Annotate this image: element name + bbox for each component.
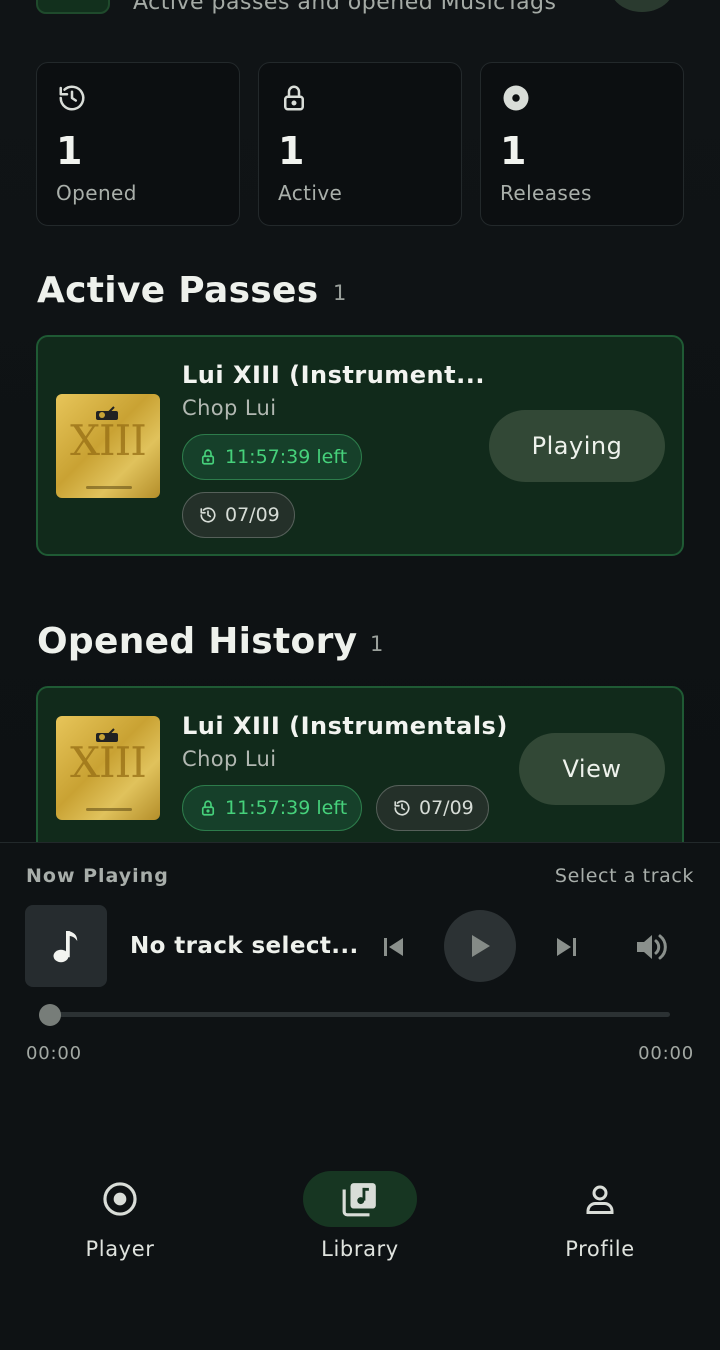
cover-text: XIII	[70, 416, 147, 465]
time-left-badge: 11:57:39 left	[182, 785, 363, 831]
nav-library[interactable]: Library	[270, 1171, 450, 1261]
stat-value: 1	[278, 129, 305, 173]
date-badge: 07/09	[182, 492, 295, 538]
nav-label: Library	[321, 1237, 399, 1261]
play-button[interactable]	[444, 910, 516, 982]
volume-icon	[637, 934, 667, 960]
page-subtitle: Active passes and opened MusicTags	[133, 0, 557, 15]
track-title: Lui XIII (Instrument...	[182, 361, 485, 389]
stat-label: Releases	[500, 181, 592, 205]
track-artist: Chop Lui	[182, 747, 277, 771]
history-icon	[200, 507, 216, 523]
nav-label: Profile	[565, 1237, 635, 1261]
disc-icon	[503, 85, 529, 111]
stat-label: Active	[278, 181, 343, 205]
cover-decoration	[86, 486, 132, 489]
lock-icon	[201, 449, 215, 465]
progress-track[interactable]	[50, 1012, 670, 1017]
play-icon	[472, 935, 490, 957]
disc-icon	[103, 1182, 137, 1216]
track-title: Lui XIII (Instrumentals)	[182, 712, 508, 740]
progress-thumb[interactable]	[39, 1004, 61, 1026]
section-title-active-passes: Active Passes	[37, 270, 319, 311]
stat-value: 1	[500, 129, 527, 173]
now-playing-label: Now Playing	[26, 865, 169, 887]
nav-icon-container	[303, 1171, 417, 1227]
volume-button[interactable]	[632, 928, 672, 966]
time-current: 00:00	[26, 1043, 82, 1064]
time-total: 00:00	[638, 1043, 694, 1064]
nav-icon-container	[63, 1171, 177, 1227]
nav-label: Player	[85, 1237, 155, 1261]
now-playing-title: No track select...	[130, 933, 359, 959]
time-left-badge: 11:57:39 left	[182, 434, 363, 480]
history-icon	[59, 85, 85, 111]
track-artist: Chop Lui	[182, 396, 277, 420]
playing-button[interactable]: Playing	[489, 410, 665, 482]
history-icon	[394, 800, 410, 816]
cover-decoration	[86, 808, 132, 811]
nav-player[interactable]: Player	[30, 1171, 210, 1261]
lock-icon	[284, 85, 304, 111]
select-track-hint: Select a track	[554, 865, 694, 887]
date-text: 07/09	[225, 504, 280, 526]
section-title-opened-history: Opened History	[37, 621, 358, 662]
section-count: 1	[370, 632, 384, 656]
previous-button[interactable]	[378, 931, 410, 963]
stat-value: 1	[56, 129, 83, 173]
cover-text: XIII	[70, 738, 147, 787]
skip-next-icon	[557, 938, 576, 956]
stat-card-active: 1 Active	[258, 62, 462, 226]
library-screen: Active passes and opened MusicTags 1 Ope…	[0, 0, 720, 1350]
person-icon	[586, 1185, 614, 1214]
album-cover: XIII	[56, 716, 160, 820]
stat-card-opened: 1 Opened	[36, 62, 240, 226]
next-button[interactable]	[550, 931, 582, 963]
nav-profile[interactable]: Profile	[510, 1171, 690, 1261]
avatar[interactable]	[610, 0, 674, 12]
now-playing-artwork	[25, 905, 107, 987]
stat-card-releases: 1 Releases	[480, 62, 684, 226]
skip-previous-icon	[384, 938, 403, 956]
time-left-text: 11:57:39 left	[225, 797, 348, 819]
header-thumbnail	[36, 0, 110, 14]
section-count: 1	[333, 281, 347, 305]
view-button[interactable]: View	[519, 733, 665, 805]
now-playing-bar: Now Playing Select a track No track sele…	[0, 842, 720, 1350]
time-left-text: 11:57:39 left	[225, 446, 348, 468]
album-cover: XIII	[56, 394, 160, 498]
date-text: 07/09	[419, 797, 474, 819]
stat-label: Opened	[56, 181, 137, 205]
active-pass-card[interactable]: XIII Lui XIII (Instrument... Chop Lui 11…	[36, 335, 684, 556]
lock-icon	[201, 800, 215, 816]
nav-icon-container	[543, 1171, 657, 1227]
date-badge: 07/09	[376, 785, 489, 831]
music-note-icon	[53, 931, 78, 963]
library-icon	[342, 1183, 376, 1217]
